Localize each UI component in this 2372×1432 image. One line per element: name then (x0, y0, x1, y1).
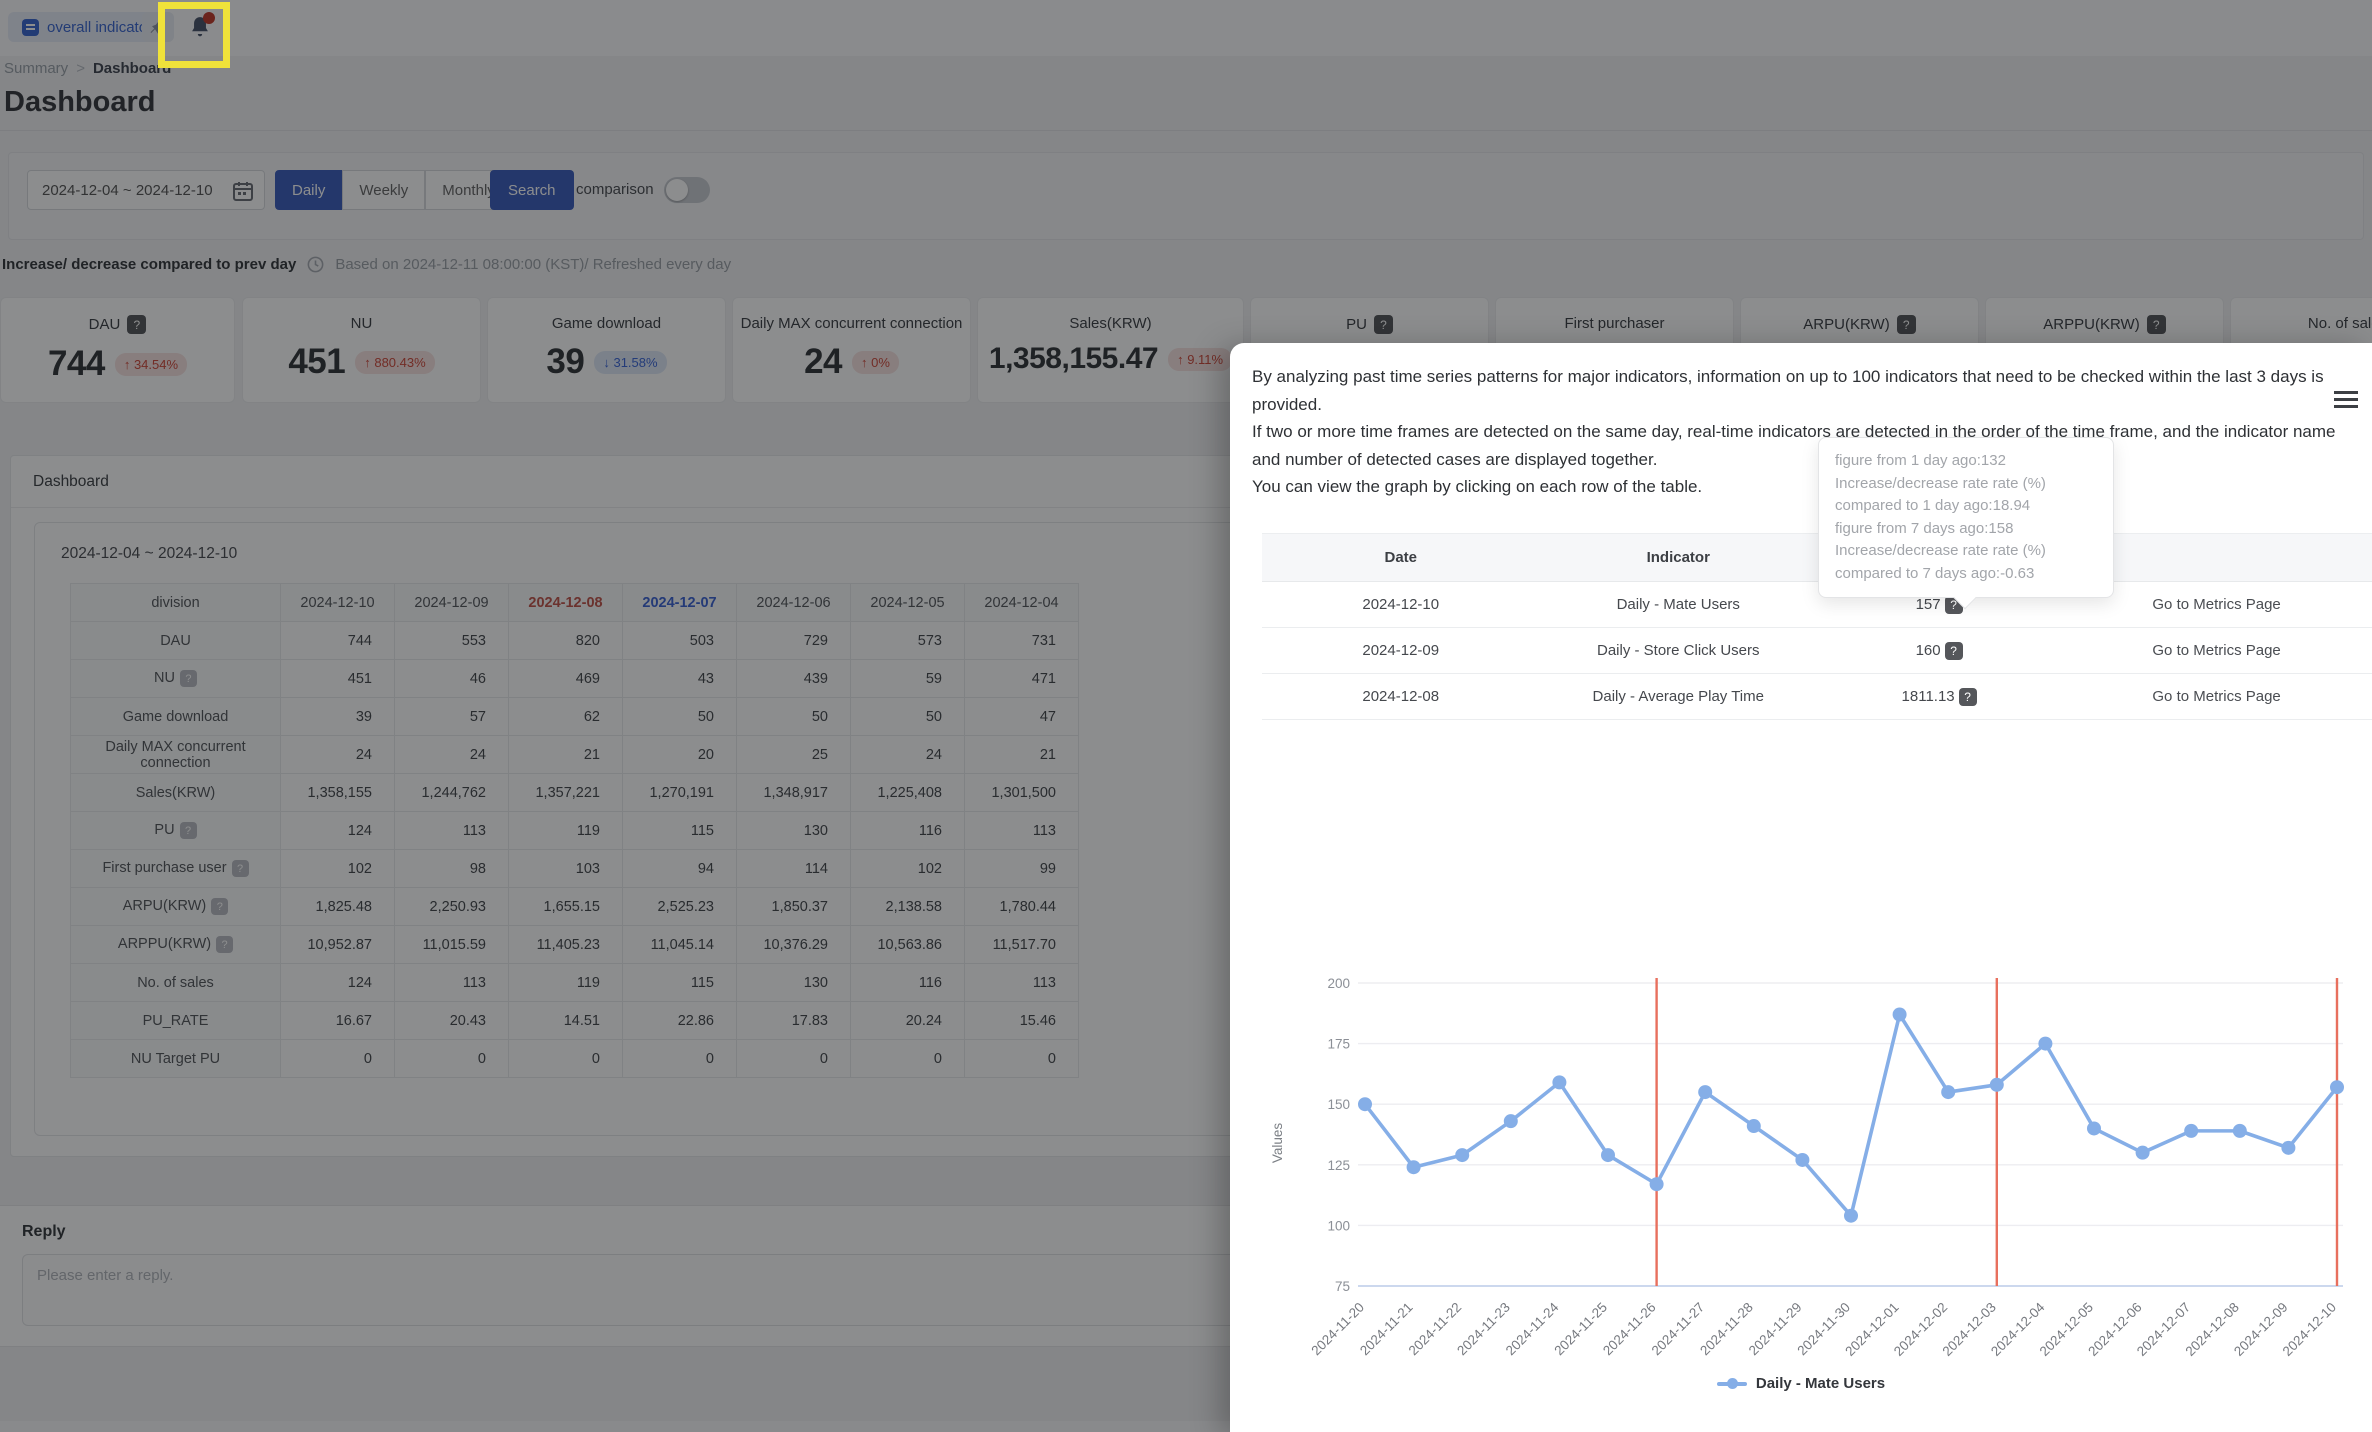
tooltip-line: Increase/decrease rate rate (%) compared… (1835, 474, 2046, 515)
anomaly-indicator: Daily - Store Click Users (1539, 627, 1817, 674)
svg-text:175: 175 (1327, 1037, 1350, 1052)
anomaly-date: 2024-12-10 (1262, 581, 1540, 628)
value-tooltip: figure from 1 day ago:132 Increase/decrea… (1818, 437, 2114, 610)
anomaly-row[interactable]: 2024-12-08 Daily - Average Play Time 1811.… (1262, 673, 2372, 720)
description-line: If two or more time frames are detected … (1252, 422, 2336, 469)
legend-marker (1716, 1377, 1747, 1389)
svg-text:200: 200 (1327, 976, 1350, 991)
anomaly-row[interactable]: 2024-12-09 Daily - Store Click Users 160? G… (1262, 627, 2372, 674)
anomaly-value: 1811.13 (1901, 688, 1955, 705)
go-to-metrics-link[interactable]: Go to Metrics Page (2152, 596, 2280, 613)
tooltip-line: Increase/decrease rate rate (%) compared… (1835, 542, 2046, 582)
go-to-metrics-link[interactable]: Go to Metrics Page (2152, 688, 2280, 705)
modal-column-header: Date (1262, 533, 1540, 582)
svg-text:75: 75 (1335, 1279, 1350, 1294)
help-icon[interactable]: ? (1958, 687, 1977, 706)
svg-text:150: 150 (1327, 1097, 1350, 1112)
chart-legend[interactable]: Daily - Mate Users (1230, 1375, 2372, 1392)
chart-menu-icon[interactable] (2334, 391, 2358, 412)
anomaly-detection-modal: By analyzing past time series patterns f… (1230, 343, 2372, 1432)
legend-label: Daily - Mate Users (1755, 1375, 1886, 1392)
anomaly-table: Date Indicator 2024-12-10 Daily - Mate User… (1262, 533, 2372, 720)
tooltip-line: figure from 1 day ago:132 (1835, 452, 2006, 469)
line-chart: 75 100 125 150 175 200 Values 2024-11-20 2024-11… (1258, 943, 2354, 1373)
anomaly-value: 160 (1915, 642, 1941, 659)
anomaly-indicator: Daily - Mate Users (1539, 581, 1817, 628)
svg-text:Values: Values (1270, 1123, 1285, 1164)
anomaly-date: 2024-12-09 (1262, 627, 1540, 674)
modal-column-header: Indicator (1539, 533, 1817, 582)
description-line: By analyzing past time series patterns f… (1252, 367, 2324, 414)
description-line: You can view the graph by clicking on ea… (1252, 477, 1703, 497)
highlight-box (158, 2, 230, 68)
anomaly-date: 2024-12-08 (1262, 673, 1540, 720)
chart-canvas: 75100125150175200Values2024-11-202024-11… (1270, 976, 2344, 1359)
help-icon[interactable]: ? (1944, 641, 1963, 660)
tooltip-line: figure from 7 days ago:158 (1835, 519, 2014, 537)
svg-text:125: 125 (1327, 1158, 1350, 1173)
anomaly-row[interactable]: 2024-12-10 Daily - Mate Users 157? Go to Me… (1262, 581, 2372, 628)
go-to-metrics-link[interactable]: Go to Metrics Page (2152, 642, 2280, 659)
anomaly-indicator: Daily - Average Play Time (1539, 673, 1817, 720)
svg-text:100: 100 (1327, 1218, 1350, 1233)
modal-description: By analyzing past time series patterns f… (1252, 363, 2348, 501)
anomaly-value: 157 (1915, 596, 1941, 613)
